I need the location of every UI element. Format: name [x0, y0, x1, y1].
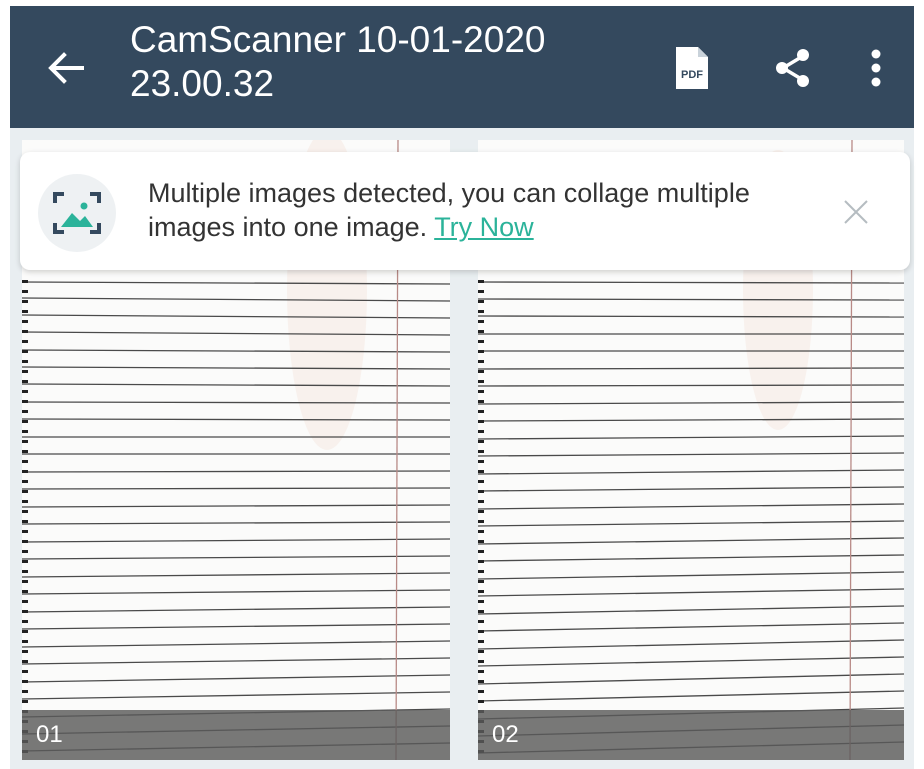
more-options-button[interactable] — [848, 40, 904, 96]
top-app-bar: CamScanner 10-01-2020 23.00.32 PDF — [10, 6, 914, 128]
pdf-button[interactable]: PDF — [664, 40, 720, 96]
more-vertical-icon — [871, 49, 881, 87]
pdf-icon-text: PDF — [681, 69, 703, 81]
pdf-file-icon: PDF — [676, 47, 708, 89]
close-icon — [844, 200, 868, 224]
app-screen: CamScanner 10-01-2020 23.00.32 PDF 01 02… — [0, 0, 924, 769]
document-title: CamScanner 10-01-2020 23.00.32 — [130, 19, 546, 104]
back-button[interactable] — [38, 40, 94, 96]
arrow-left-icon — [48, 52, 84, 84]
collage-tip-banner: Multiple images detected, you can collag… — [20, 152, 910, 270]
banner-close-button[interactable] — [836, 192, 876, 232]
page-number-label: 02 — [478, 710, 904, 760]
share-button[interactable] — [765, 40, 821, 96]
page-number-label: 01 — [22, 710, 450, 760]
collage-icon-badge — [38, 174, 116, 252]
banner-message-text: Multiple images detected, you can collag… — [148, 176, 788, 244]
share-icon — [776, 49, 809, 87]
try-now-link[interactable]: Try Now — [434, 212, 534, 242]
collage-image-icon — [53, 192, 101, 234]
